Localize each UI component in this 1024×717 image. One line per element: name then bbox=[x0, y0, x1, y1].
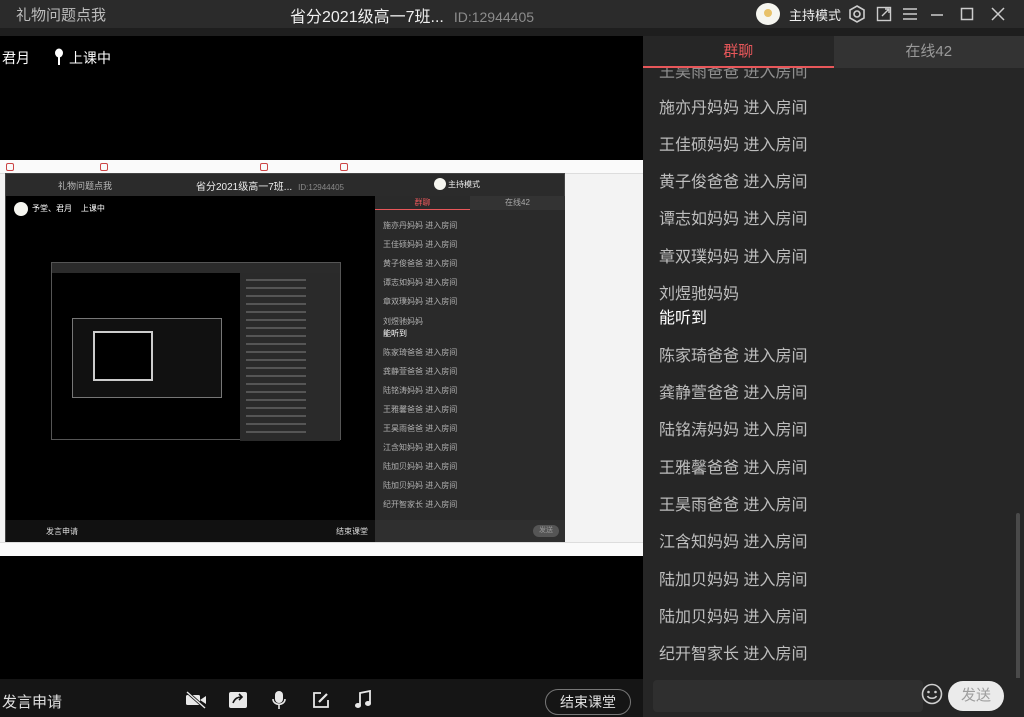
settings-icon[interactable] bbox=[847, 4, 867, 24]
host-mode-label[interactable]: 主持模式 bbox=[789, 5, 841, 24]
teacher-name: 君月 bbox=[2, 50, 30, 66]
nested5-window bbox=[93, 331, 153, 381]
chat-message: 江含知妈妈 进入房间 bbox=[659, 534, 808, 551]
nested-message: 黄子俊爸爸 进入房间 bbox=[383, 259, 458, 268]
nested-host-mode: 主持模式 bbox=[448, 180, 480, 189]
nested3-title-bar bbox=[52, 263, 340, 273]
chat-message: 龚静萱爸爸 进入房间 bbox=[659, 385, 808, 402]
chat-scrollbar[interactable] bbox=[1016, 513, 1020, 678]
popout-icon[interactable] bbox=[874, 4, 894, 24]
shared-app-statusbar bbox=[0, 542, 643, 556]
nested-window: 礼物问题点我 省分2021级高一7班... ID:12944405 主持模式 予堂… bbox=[5, 173, 565, 543]
end-class-button[interactable]: 结束课堂 bbox=[545, 689, 631, 715]
nested-end-class: 结束课堂 bbox=[336, 527, 368, 536]
chat-input-bar: 发送 bbox=[643, 678, 1024, 717]
music-icon[interactable] bbox=[352, 689, 374, 711]
chat-tabs: 群聊 在线42 bbox=[643, 36, 1024, 68]
chat-messages: 王昊雨爸爸 进入房间 施亦丹妈妈 进入房间 王佳硕妈妈 进入房间 黄子俊爸爸 进… bbox=[643, 68, 1024, 678]
nested-status: 上课中 bbox=[80, 204, 105, 214]
nested-message: 谭志如妈妈 进入房间 bbox=[383, 278, 458, 287]
nested-message: 王佳硕妈妈 进入房间 bbox=[383, 240, 458, 249]
microphone-button-icon[interactable] bbox=[268, 689, 290, 711]
nested-host-avatar bbox=[434, 178, 446, 190]
nested-send-button: 发送 bbox=[533, 525, 559, 537]
nested-message: 刘煜驰妈妈 bbox=[383, 317, 423, 326]
share-screen-icon[interactable] bbox=[227, 689, 249, 711]
chat-message: 陆加贝妈妈 进入房间 bbox=[659, 572, 808, 589]
nested-title-bar: 礼物问题点我 省分2021级高一7班... ID:12944405 主持模式 bbox=[6, 174, 564, 196]
nested-teacher-avatar bbox=[14, 202, 28, 216]
minimize-icon[interactable] bbox=[927, 4, 947, 24]
edit-icon[interactable] bbox=[310, 689, 332, 711]
chat-message: 纪开智家长 进入房间 bbox=[659, 646, 808, 663]
class-title: 省分2021级高一7班... bbox=[290, 9, 444, 26]
nested-room-id: ID:12944405 bbox=[298, 183, 344, 192]
nested-chat-tabs: 群聊 在线42 bbox=[375, 196, 565, 210]
nested-message: 王雅馨爸爸 进入房间 bbox=[383, 405, 458, 414]
nested-tab-online: 在线42 bbox=[505, 198, 530, 207]
nested3-chat bbox=[240, 273, 340, 441]
nested-message: 陆铭涛妈妈 进入房间 bbox=[383, 386, 458, 395]
chat-message: 陆铭涛妈妈 进入房间 bbox=[659, 422, 808, 439]
nested-tab-chat: 群聊 bbox=[375, 196, 470, 210]
chat-input[interactable] bbox=[653, 680, 923, 712]
window-title: 省分2021级高一7班... ID:12944405 bbox=[290, 3, 534, 27]
chat-panel: 群聊 在线42 王昊雨爸爸 进入房间 施亦丹妈妈 进入房间 王佳硕妈妈 进入房间… bbox=[643, 36, 1024, 717]
room-id: ID:12944405 bbox=[453, 9, 535, 25]
host-avatar[interactable] bbox=[756, 3, 780, 25]
nested-speak-request: 发言申请 bbox=[46, 527, 78, 536]
nested-chat-panel: 群聊 在线42 施亦丹妈妈 进入房间 王佳硕妈妈 进入房间 黄子俊爸爸 进入房间… bbox=[375, 196, 565, 542]
nested4-window bbox=[72, 318, 222, 398]
shared-screen: 礼物问题点我 省分2021级高一7班... ID:12944405 主持模式 予堂… bbox=[0, 160, 643, 556]
title-bar: 礼物问题点我 省分2021级高一7班... ID:12944405 主持模式 bbox=[0, 0, 1024, 28]
nested-class-title: 省分2021级高一7班... bbox=[196, 182, 293, 193]
nested-bottom-bar: 发言申请 结束课堂 bbox=[6, 520, 375, 542]
nested-title: 省分2021级高一7班... ID:12944405 bbox=[196, 178, 344, 193]
chat-message: 谭志如妈妈 进入房间 bbox=[659, 211, 808, 228]
chat-message: 王雅馨爸爸 进入房间 bbox=[659, 460, 808, 477]
shared-app-toolbar bbox=[0, 160, 643, 174]
nested-message: 纪开智家长 进入房间 bbox=[383, 500, 458, 509]
chat-message: 王佳硕妈妈 进入房间 bbox=[659, 137, 808, 154]
send-button[interactable]: 发送 bbox=[948, 681, 1004, 711]
emoji-icon[interactable] bbox=[921, 683, 943, 705]
nested-window-level-3 bbox=[51, 262, 341, 441]
bottom-toolbar: 发言申请 结束课堂 bbox=[0, 679, 643, 717]
nested-message: 江含知妈妈 进入房间 bbox=[383, 443, 458, 452]
speak-request-button[interactable]: 发言申请 bbox=[2, 691, 62, 712]
camera-off-icon[interactable] bbox=[185, 689, 207, 711]
chat-message: 黄子俊爸爸 进入房间 bbox=[659, 174, 808, 191]
maximize-icon[interactable] bbox=[957, 4, 977, 24]
class-status: 上课中 bbox=[69, 50, 111, 66]
nested-message: 陆加贝妈妈 进入房间 bbox=[383, 462, 458, 471]
chat-message: 施亦丹妈妈 进入房间 bbox=[659, 100, 808, 117]
close-icon[interactable] bbox=[988, 4, 1008, 24]
chat-message: 王昊雨爸爸 进入房间 bbox=[659, 68, 808, 81]
nested-message: 章双璞妈妈 进入房间 bbox=[383, 297, 458, 306]
chat-message-text: 能听到 bbox=[659, 310, 708, 327]
nested-teacher: 予堂、君月 bbox=[32, 204, 72, 214]
chat-message: 章双璞妈妈 进入房间 bbox=[659, 249, 808, 266]
nested-message: 能听到 bbox=[383, 329, 407, 338]
nested-message: 龚静萱爸爸 进入房间 bbox=[383, 367, 458, 376]
nested-message: 王昊雨爸爸 进入房间 bbox=[383, 424, 458, 433]
nested-message: 陆加贝妈妈 进入房间 bbox=[383, 481, 458, 490]
nested-input-bar: 发送 bbox=[375, 520, 565, 542]
gift-help-link[interactable]: 礼物问题点我 bbox=[16, 4, 106, 25]
nested-message: 陈家琦爸爸 进入房间 bbox=[383, 348, 458, 357]
menu-icon[interactable] bbox=[900, 4, 920, 24]
nested-gift-link: 礼物问题点我 bbox=[58, 181, 113, 191]
microphone-icon bbox=[53, 48, 65, 71]
chat-message-sender: 刘煜驰妈妈 bbox=[659, 286, 740, 303]
nested-teacher-row: 予堂、君月 上课中 bbox=[14, 202, 105, 216]
chat-message: 陈家琦爸爸 进入房间 bbox=[659, 348, 808, 365]
tab-online[interactable]: 在线42 bbox=[834, 36, 1024, 68]
tab-group-chat[interactable]: 群聊 bbox=[643, 36, 834, 68]
chat-message: 王昊雨爸爸 进入房间 bbox=[659, 497, 808, 514]
nested-message: 施亦丹妈妈 进入房间 bbox=[383, 221, 458, 230]
chat-message: 陆加贝妈妈 进入房间 bbox=[659, 609, 808, 626]
